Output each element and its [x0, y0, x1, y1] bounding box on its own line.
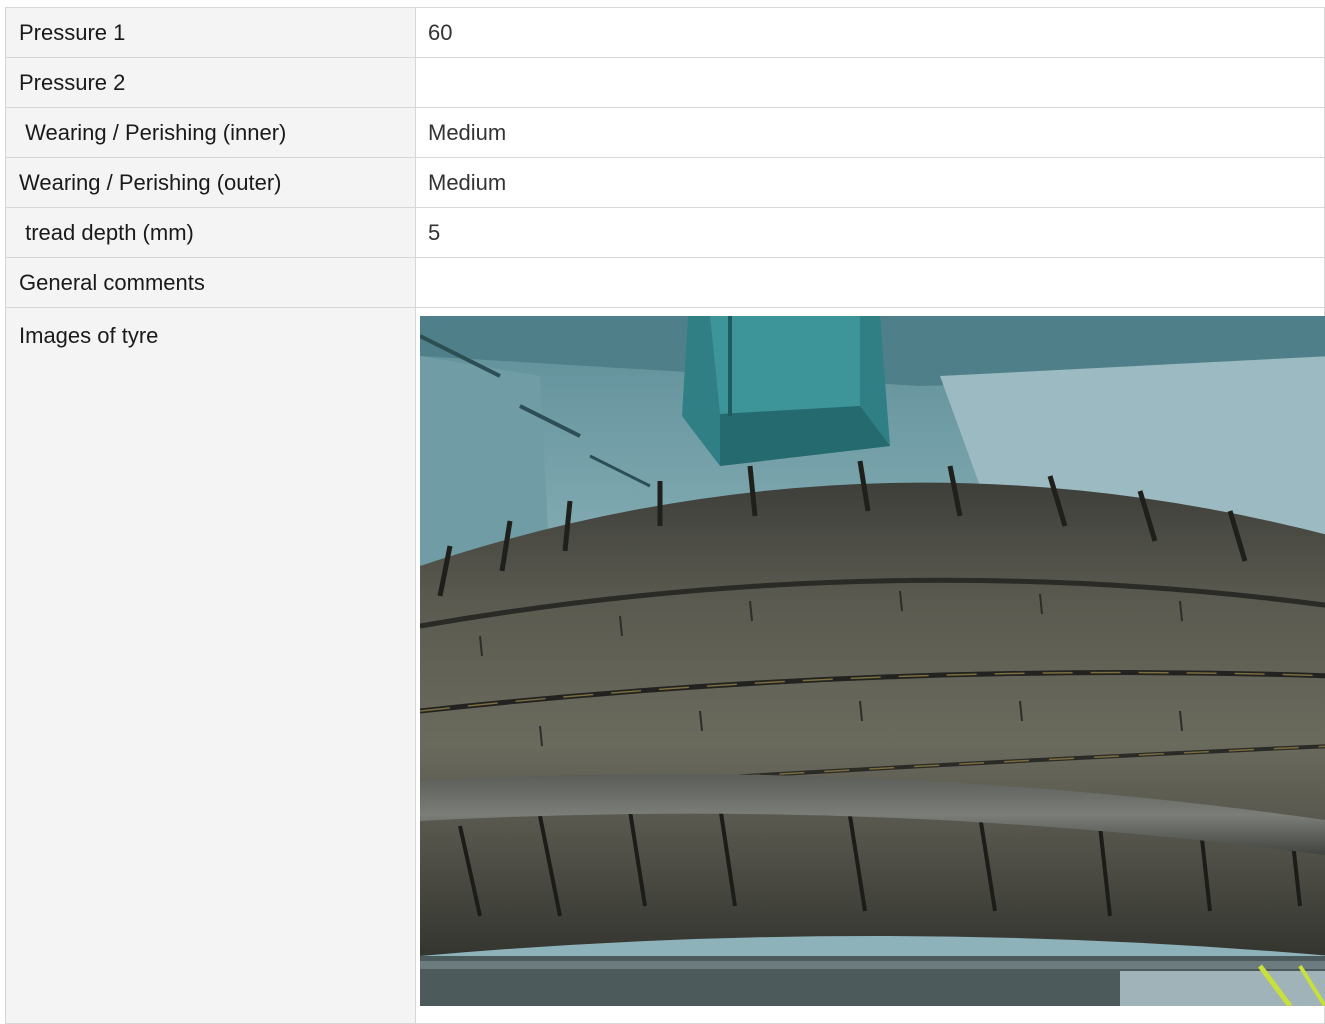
row-label-wearing-outer: Wearing / Perishing (outer) [5, 157, 416, 208]
row-label-images: Images of tyre [5, 307, 416, 1024]
row-value-pressure-2 [415, 57, 1325, 108]
table-row: Wearing / Perishing (outer) Medium [5, 157, 1325, 208]
row-label-tread-depth: tread depth (mm) [5, 207, 416, 258]
row-value-tread-depth: 5 [415, 207, 1325, 258]
table-row: Wearing / Perishing (inner) Medium [5, 107, 1325, 158]
tyre-photo[interactable] [420, 316, 1325, 1006]
row-value-images [415, 307, 1325, 1024]
row-value-pressure-1: 60 [415, 7, 1325, 58]
table-row-images: Images of tyre [5, 307, 1325, 1024]
table-row: Pressure 2 [5, 57, 1325, 108]
row-label-pressure-1: Pressure 1 [5, 7, 416, 58]
row-value-wearing-outer: Medium [415, 157, 1325, 208]
table-row: tread depth (mm) 5 [5, 207, 1325, 258]
row-value-general-comments [415, 257, 1325, 308]
row-value-wearing-inner: Medium [415, 107, 1325, 158]
row-label-pressure-2: Pressure 2 [5, 57, 416, 108]
table-row: Pressure 1 60 [5, 7, 1325, 58]
table-row: General comments [5, 257, 1325, 308]
tyre-inspection-table: Pressure 1 60 Pressure 2 Wearing / Peris… [5, 7, 1325, 1024]
row-label-general-comments: General comments [5, 257, 416, 308]
tyre-photo-image [420, 316, 1325, 1006]
row-label-wearing-inner: Wearing / Perishing (inner) [5, 107, 416, 158]
